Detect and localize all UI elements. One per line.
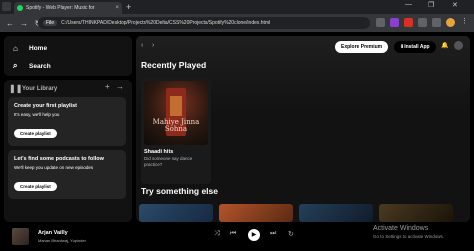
home-icon: ⌂ xyxy=(13,44,18,53)
back-button[interactable]: ← xyxy=(6,19,14,28)
album-title: Shaadi hits xyxy=(144,149,174,155)
nav-home[interactable]: ⌂ Home xyxy=(13,44,47,53)
main-back-icon[interactable]: ‹ xyxy=(141,42,143,49)
maximize-button[interactable]: ❐ xyxy=(428,1,434,9)
browser-tab[interactable]: Spotify - Web Player: Music for × xyxy=(14,2,122,14)
tab-strip: Spotify - Web Player: Music for × + — ❐ … xyxy=(0,0,474,14)
nav-home-label: Home xyxy=(29,45,48,52)
now-playing-title[interactable]: Arjan Vailly xyxy=(38,230,68,236)
try-something-else-heading: Try something else xyxy=(141,186,218,196)
library-header[interactable]: ❚❚ Your Library xyxy=(9,84,57,93)
close-window-button[interactable]: ✕ xyxy=(452,1,458,9)
activate-windows-title: Activate Windows xyxy=(373,225,429,232)
next-icon[interactable]: ⏭ xyxy=(270,230,276,238)
suggestion-tile[interactable] xyxy=(219,204,293,222)
playlist-card-title: Create your first playlist xyxy=(14,103,77,109)
sidepanel-icon[interactable] xyxy=(432,18,441,27)
address-row: ← → ↻ File C:/Users/THINKPAD/Desktop/Pro… xyxy=(0,14,474,32)
add-icon[interactable]: + xyxy=(105,82,110,91)
suggestion-tile[interactable] xyxy=(139,204,213,222)
library-icon: ❚❚ xyxy=(9,84,23,93)
file-chip: File xyxy=(43,20,58,26)
nav-panel: ⌂ Home ⌕ Search xyxy=(4,36,132,76)
spotify-favicon-icon xyxy=(17,5,23,11)
explore-premium-button[interactable]: Explore Premium xyxy=(335,41,389,53)
menu-kebab-icon[interactable]: ⋮ xyxy=(461,17,468,25)
playlist-card-subtitle: It's easy, we'll help you xyxy=(14,112,60,117)
podcast-card-subtitle: We'll keep you update on new episodes xyxy=(14,165,94,170)
now-playing-thumbnail xyxy=(12,228,29,245)
repeat-icon[interactable]: ↻ xyxy=(288,230,294,238)
now-playing-artist[interactable]: Manan Bhardwaj, Yupinder xyxy=(38,238,86,243)
install-app-button[interactable]: ⬇Install App xyxy=(394,41,436,53)
album-subtitle: Did someone say dance practice? xyxy=(144,156,193,167)
tab-title: Spotify - Web Player: Music for xyxy=(26,5,95,11)
cover-text: Mahiye Jinna Sohna xyxy=(152,118,200,133)
activate-windows-subtitle: Go to Settings to activate Windows. xyxy=(373,234,445,239)
address-text: C:/Users/THINKPAD/Desktop/Projects%20Del… xyxy=(61,20,271,26)
nav-search-label: Search xyxy=(29,62,51,70)
spotify-app: ⌂ Home ⌕ Search ❚❚ Your Library + → Crea… xyxy=(0,32,474,222)
forward-button[interactable]: → xyxy=(20,19,28,28)
bell-icon[interactable]: 🔔 xyxy=(441,42,448,49)
recently-played-heading: Recently Played xyxy=(141,60,207,70)
profile-avatar[interactable] xyxy=(446,18,455,27)
album-cover: Mahiye Jinna Sohna xyxy=(144,81,208,145)
library-panel: ❚❚ Your Library + → Create your first pl… xyxy=(4,80,132,222)
new-tab-button[interactable]: + xyxy=(126,2,131,12)
search-icon: ⌕ xyxy=(13,61,18,70)
main-forward-icon[interactable]: › xyxy=(152,42,154,49)
minimize-button[interactable]: — xyxy=(405,1,412,8)
podcast-create-playlist-button[interactable]: Create playlist xyxy=(14,182,57,191)
main-content: ‹ › Explore Premium ⬇Install App 🔔 Recen… xyxy=(136,36,470,222)
browser-chrome: Spotify - Web Player: Music for × + — ❐ … xyxy=(0,0,474,32)
play-button[interactable]: ▶ xyxy=(248,229,260,241)
previous-icon[interactable]: ⏮ xyxy=(230,230,236,238)
extension-red-icon[interactable] xyxy=(404,18,413,27)
user-avatar[interactable] xyxy=(454,41,463,50)
puzzle-icon[interactable] xyxy=(418,18,427,27)
suggestion-tile[interactable] xyxy=(299,204,373,222)
create-playlist-button[interactable]: Create playlist xyxy=(14,129,57,138)
suggestion-tile[interactable] xyxy=(379,204,453,222)
create-playlist-card: Create your first playlist It's easy, we… xyxy=(8,97,126,146)
player-bar: Arjan Vailly Manan Bhardwaj, Yupinder ⤨ … xyxy=(0,222,474,251)
shuffle-icon[interactable]: ⤨ xyxy=(214,230,220,238)
podcast-card-title: Let's find some podcasts to follow xyxy=(14,156,104,162)
expand-arrow-icon[interactable]: → xyxy=(116,82,124,91)
extension-purple-icon[interactable] xyxy=(390,18,399,27)
library-title: Your Library xyxy=(22,85,58,92)
address-bar[interactable]: File C:/Users/THINKPAD/Desktop/Projects%… xyxy=(38,17,370,29)
tab-search-icon[interactable] xyxy=(2,2,11,11)
tab-close-icon[interactable]: × xyxy=(115,5,119,11)
nav-search[interactable]: ⌕ Search xyxy=(13,61,51,71)
album-card[interactable]: Mahiye Jinna Sohna Shaadi hits Did someo… xyxy=(141,78,211,184)
podcast-card: Let's find some podcasts to follow We'll… xyxy=(8,150,126,199)
extension-icon[interactable] xyxy=(376,18,385,27)
